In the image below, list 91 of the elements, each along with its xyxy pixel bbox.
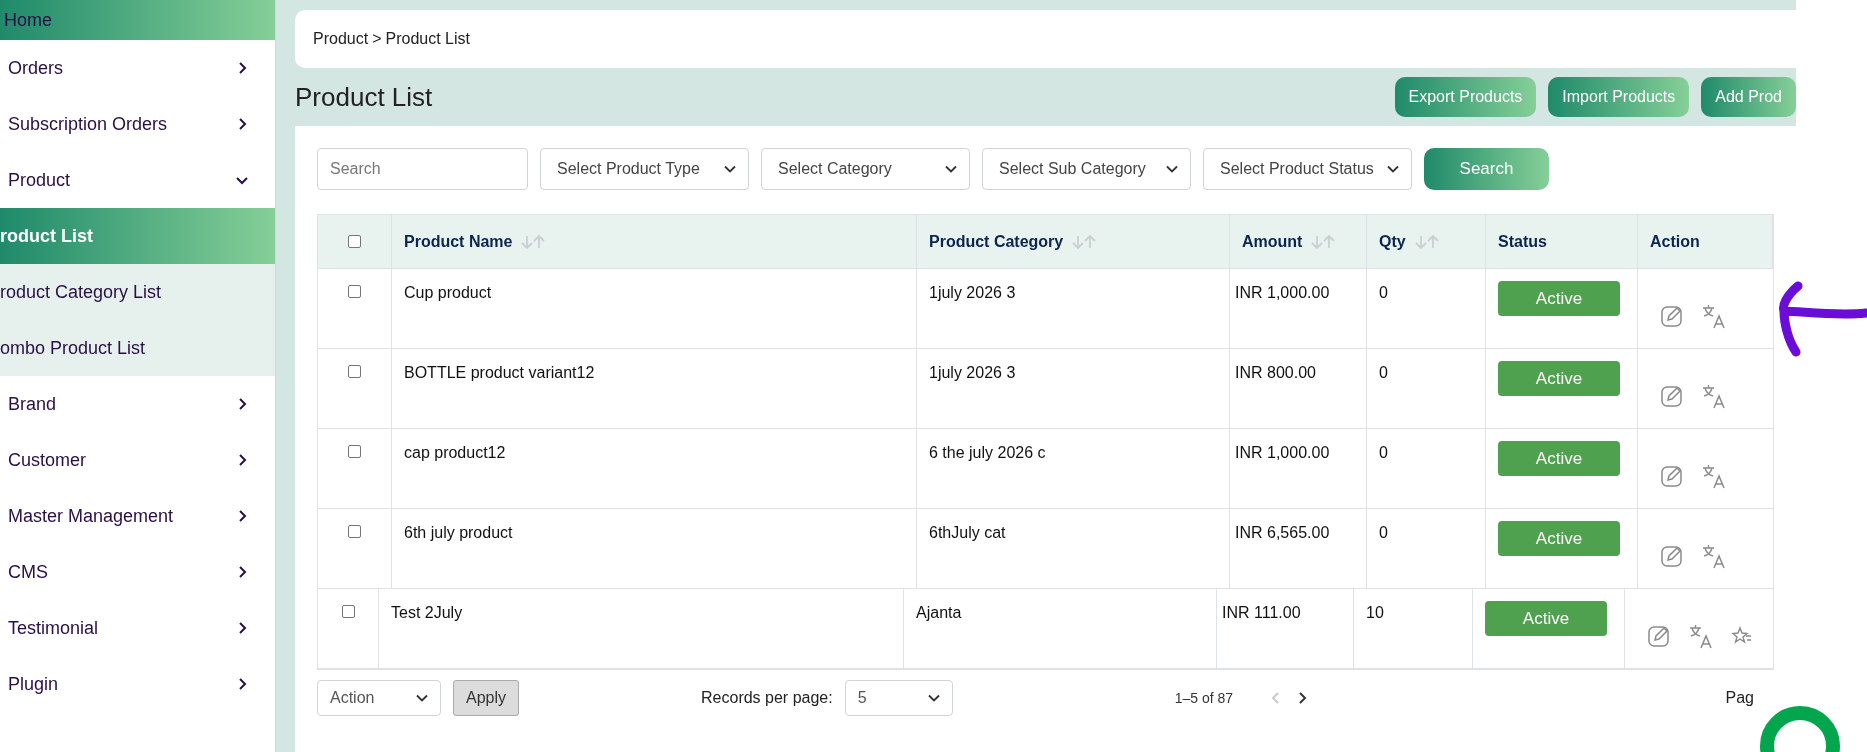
column-header[interactable]: Qty	[1379, 229, 1406, 254]
caret-icon	[1166, 165, 1178, 173]
sidebar-item[interactable]: CMS	[0, 544, 275, 600]
table-cell: Test 2July	[391, 604, 463, 621]
breadcrumb-link[interactable]: Product List	[385, 27, 470, 51]
checkbox[interactable]	[348, 445, 361, 458]
table-cell: 0	[1379, 364, 1388, 381]
table-cell: 6thJuly cat	[929, 524, 1006, 541]
checkbox[interactable]	[348, 285, 361, 298]
status-badge: Active	[1498, 441, 1620, 476]
bulk-action-select[interactable]: Action	[317, 680, 441, 716]
table-cell: Cup product	[404, 284, 492, 301]
edit-icon[interactable]	[1647, 623, 1671, 648]
sidebar-item-label: Master Management	[8, 504, 174, 528]
status-badge: Active	[1485, 601, 1607, 636]
sidebar-item[interactable]: Product	[0, 152, 275, 208]
records-range: 1–5 of 87	[1174, 688, 1234, 708]
filter-select[interactable]: Select Category	[761, 148, 970, 190]
sidebar-item-label: Testimonial	[8, 616, 99, 640]
submenu-item[interactable]: roduct Category List	[0, 264, 275, 320]
column-header[interactable]: Product Category	[929, 229, 1064, 254]
breadcrumb-link[interactable]: Product	[313, 27, 369, 51]
sidebar-item[interactable]: Plugin	[0, 656, 275, 712]
sidebar-item[interactable]: Subscription Orders	[0, 96, 275, 152]
filter-select[interactable]: Select Product Status	[1203, 148, 1412, 190]
table-cell: INR 6,565.00	[1235, 524, 1330, 541]
sidebar-item[interactable]: Brand	[0, 376, 275, 432]
caret-icon	[1387, 165, 1399, 173]
sidebar-item-label: Orders	[8, 56, 63, 80]
table-cell: INR 111.00	[1222, 604, 1301, 621]
table-cell: 0	[1379, 284, 1388, 301]
status-badge: Active	[1498, 361, 1620, 396]
table-cell: 1july 2026 3	[929, 284, 1016, 301]
sidebar-item[interactable]: Home	[0, 0, 275, 40]
sidebar-item[interactable]: Orders	[0, 40, 275, 96]
translate-icon[interactable]	[1688, 622, 1714, 649]
translate-icon[interactable]	[1701, 382, 1727, 409]
sidebar-item[interactable]: Master Management	[0, 488, 275, 544]
caret-icon	[927, 694, 940, 702]
apply-button[interactable]: Apply	[453, 680, 520, 716]
sidebar-item-label: Product	[8, 168, 71, 192]
checkbox[interactable]	[348, 365, 361, 378]
table-cell: INR 800.00	[1235, 364, 1316, 381]
checkbox[interactable]	[341, 605, 355, 618]
search-field[interactable]: Search	[317, 148, 528, 190]
sidebar-item-label: Brand	[8, 392, 57, 416]
submenu-item[interactable]: ombo Product List	[0, 320, 275, 376]
page-label: Pag	[1725, 688, 1754, 708]
filter-select[interactable]: Select Sub Category	[982, 148, 1191, 190]
caret-icon	[416, 694, 428, 702]
status-badge: Active	[1498, 521, 1620, 556]
table-cell: INR 1,000.00	[1235, 444, 1330, 461]
sidebar-item-label: CMS	[8, 560, 48, 584]
table-cell: cap product12	[404, 444, 506, 461]
sidebar-item-label: Customer	[8, 448, 87, 472]
records-label: Records per page:	[701, 688, 833, 708]
status-badge: Active	[1498, 281, 1620, 316]
table-cell: BOTTLE product variant12	[404, 364, 595, 381]
star-list-icon[interactable]	[1731, 624, 1751, 647]
column-header: Status	[1498, 231, 1547, 252]
table-cell: INR 1,000.00	[1235, 284, 1330, 301]
table-cell: 10	[1366, 604, 1384, 621]
column-header[interactable]: Amount	[1242, 229, 1303, 254]
caret-icon	[945, 165, 957, 173]
edit-icon[interactable]	[1660, 303, 1684, 328]
submenu-item[interactable]: roduct List	[0, 208, 275, 264]
table-cell: 6 the july 2026 c	[929, 444, 1046, 461]
table-cell: 0	[1379, 444, 1388, 461]
table-cell: Ajanta	[916, 604, 962, 621]
table-cell: 0	[1379, 524, 1388, 541]
checkbox[interactable]	[348, 525, 361, 538]
edit-icon[interactable]	[1660, 383, 1684, 408]
translate-icon[interactable]	[1701, 542, 1727, 569]
translate-icon[interactable]	[1701, 302, 1727, 329]
table-cell: 6th july product	[404, 524, 513, 541]
column-header[interactable]: Product Name	[404, 229, 513, 254]
sidebar-item[interactable]: Customer	[0, 432, 275, 488]
caret-icon	[724, 165, 736, 173]
translate-icon[interactable]	[1701, 462, 1727, 489]
checkbox[interactable]	[348, 235, 361, 248]
sidebar-item[interactable]: Testimonial	[0, 600, 275, 656]
column-header: Action	[1650, 231, 1700, 252]
sidebar-item-label: Subscription Orders	[8, 112, 168, 136]
edit-icon[interactable]	[1660, 463, 1684, 488]
records-per-page-select[interactable]: 5	[844, 680, 953, 716]
sidebar-item-label: Plugin	[8, 672, 59, 696]
breadcrumb-separator: >	[372, 29, 382, 49]
table-cell: 1july 2026 3	[929, 364, 1016, 381]
page-title: Product List	[295, 80, 433, 114]
edit-icon[interactable]	[1660, 543, 1684, 568]
filter-select[interactable]: Select Product Type	[540, 148, 749, 190]
